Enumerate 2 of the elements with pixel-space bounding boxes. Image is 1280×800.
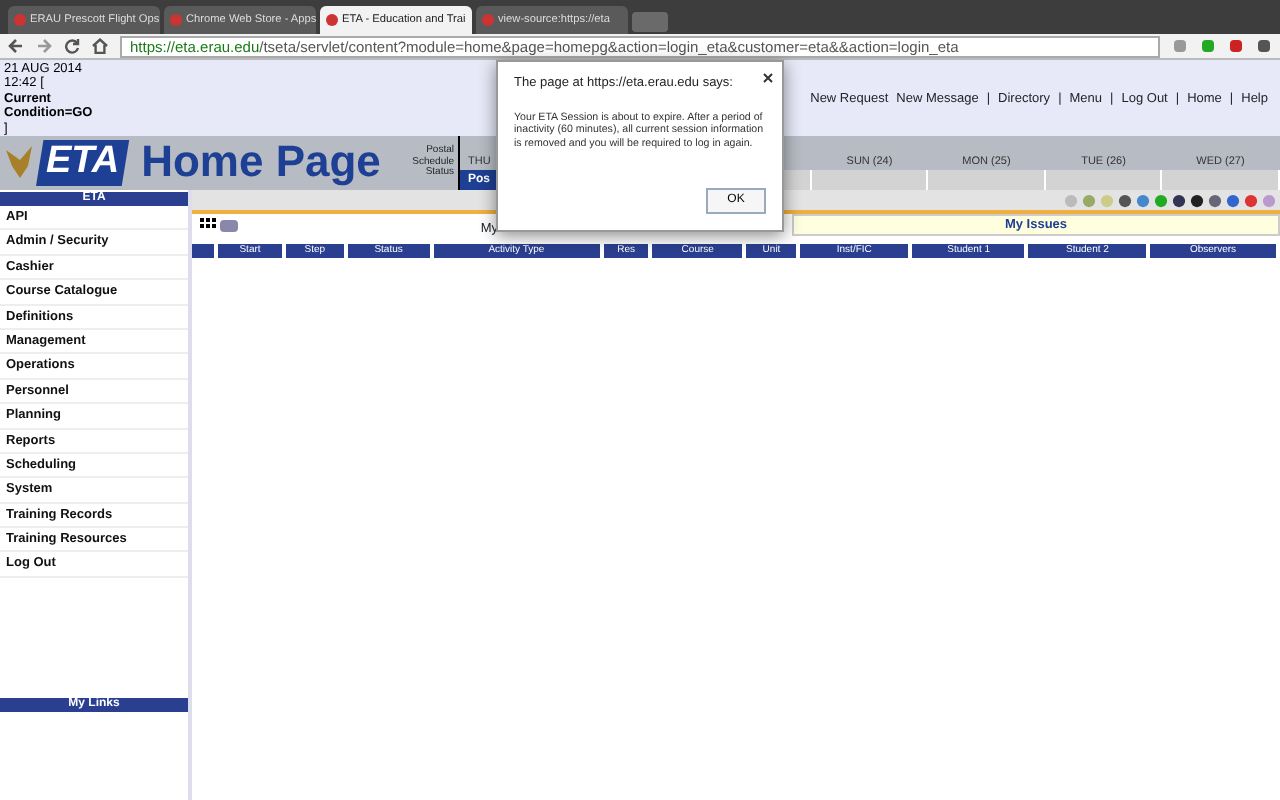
logo-text: ETA xyxy=(36,140,130,186)
page-title: Home Page xyxy=(141,136,381,190)
